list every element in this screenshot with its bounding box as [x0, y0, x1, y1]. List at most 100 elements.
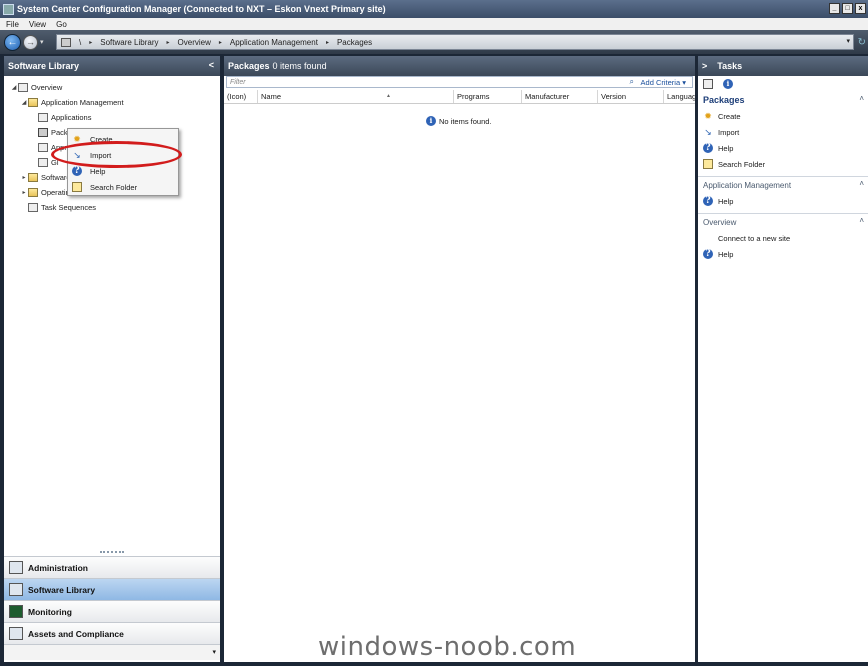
minimize-button[interactable]: _ — [829, 3, 840, 14]
tasks-pane-header: > Tasks — [698, 56, 868, 76]
expand-toggle-icon[interactable]: ▸ — [20, 189, 28, 196]
back-button[interactable]: ← — [4, 33, 21, 51]
results-pane: Packages 0 items found Filter ⌕ Add Crit… — [224, 56, 695, 662]
empty-message-text: No items found. — [439, 116, 492, 126]
task-label: Help — [718, 143, 734, 153]
folder-icon — [28, 173, 38, 182]
context-menu-item[interactable]: Search Folder — [68, 179, 178, 195]
results-count: 0 items found — [272, 61, 327, 71]
workspace-label: Monitoring — [28, 606, 72, 617]
column-version[interactable]: Version — [598, 90, 664, 103]
overview-icon — [18, 83, 28, 92]
workspace-button[interactable]: Monitoring — [4, 600, 220, 622]
app-icon — [3, 3, 14, 15]
tree-item[interactable]: ◢ Overview — [10, 80, 220, 95]
filter-placeholder: Filter — [230, 78, 246, 86]
collapse-group-icon[interactable]: ˄ — [859, 216, 864, 225]
clipboard-icon[interactable] — [703, 79, 713, 89]
configure-buttons-icon[interactable]: ▾ — [212, 648, 216, 656]
expand-toggle-icon[interactable]: ◢ — [20, 99, 28, 106]
task-label: Help — [718, 196, 734, 206]
expand-toggle-icon[interactable]: ▸ — [20, 174, 28, 181]
task-link[interactable]: Search Folder — [698, 156, 868, 172]
workspace-button[interactable]: Administration — [4, 556, 220, 578]
empty-message: i No items found. — [426, 116, 492, 126]
task-link[interactable]: ↘ Import — [698, 124, 868, 140]
breadcrumb-packages[interactable]: Packages — [337, 38, 372, 47]
breadcrumb-overview[interactable]: Overview — [178, 38, 211, 47]
tree-item[interactable]: Task Sequences — [10, 200, 220, 215]
import-icon: ↘ — [704, 127, 712, 137]
forward-button[interactable]: → — [23, 34, 38, 50]
help-icon: ? — [703, 249, 713, 259]
task-link[interactable]: ? Help — [698, 140, 868, 156]
column-language[interactable]: Language — [664, 90, 695, 103]
task-label: Import — [718, 127, 740, 137]
search-folder-icon — [72, 182, 82, 192]
task-group-title: Overview — [703, 217, 737, 227]
menu-file[interactable]: File — [6, 20, 19, 29]
column-name[interactable]: Name ▲ — [258, 90, 454, 103]
breadcrumb-software-library[interactable]: Software Library — [100, 38, 158, 47]
results-title: Packages — [228, 61, 270, 71]
filter-input[interactable]: Filter ⌕ Add Criteria ▾ — [226, 76, 693, 88]
context-menu-label: Search Folder — [90, 182, 138, 192]
tree-item-label: Application Management — [41, 98, 124, 107]
approval-icon — [38, 143, 48, 152]
breadcrumb-application-management[interactable]: Application Management — [230, 38, 318, 47]
watermark: windows-noob.com — [318, 632, 577, 662]
tasks-pane-title: Tasks — [717, 61, 743, 71]
help-icon: ? — [703, 143, 713, 153]
column-manufacturer[interactable]: Manufacturer — [522, 90, 598, 103]
context-menu-label: Help — [90, 166, 106, 176]
task-groups: Packages ˄ ✹ Create ↘ Import? Help Search Folde… — [698, 92, 868, 262]
menu-view[interactable]: View — [29, 20, 46, 29]
assets-compliance-icon — [9, 627, 23, 640]
workspace-label: Assets and Compliance — [28, 628, 124, 639]
task-link[interactable]: ✹ Create — [698, 108, 868, 124]
task-label: Help — [718, 249, 734, 259]
workspace-footer[interactable]: ▾ — [4, 644, 220, 660]
software-library-icon — [9, 583, 23, 596]
breadcrumb-separator-icon: ▸ — [89, 39, 93, 46]
sort-ascending-icon: ▲ — [386, 93, 391, 99]
breadcrumb-separator-icon: ▸ — [166, 39, 170, 46]
tree-item[interactable]: Applications — [10, 110, 220, 125]
task-link[interactable]: Connect to a new site — [698, 230, 868, 246]
breadcrumb-root[interactable]: \ — [79, 38, 81, 47]
tree-item[interactable]: ◢ Application Management — [10, 95, 220, 110]
expand-pane-icon[interactable]: > — [702, 61, 707, 71]
task-link[interactable]: ? Help — [698, 246, 868, 262]
breadcrumb[interactable]: \ ▸ Software Library ▸ Overview ▸ Applic… — [56, 34, 854, 50]
workspace-switcher: Administration Software Library Monitoring… — [4, 556, 220, 660]
column-icon[interactable]: (Icon) — [224, 90, 258, 103]
maximize-button[interactable]: □ — [842, 3, 853, 14]
close-button[interactable]: x — [855, 3, 866, 14]
workspace-button[interactable]: Assets and Compliance — [4, 622, 220, 644]
tree-item-label: Operatin — [41, 188, 70, 197]
task-link[interactable]: ? Help — [698, 193, 868, 209]
menu-go[interactable]: Go — [56, 20, 67, 29]
history-dropdown-icon[interactable]: ▾ — [40, 38, 44, 46]
tasks-toolbar: i — [698, 76, 868, 92]
column-programs[interactable]: Programs — [454, 90, 522, 103]
expand-toggle-icon[interactable]: ◢ — [10, 84, 18, 91]
column-headers: (Icon) Name ▲ Programs Manufacturer Vers… — [224, 90, 695, 104]
workspace-button[interactable]: Software Library — [4, 578, 220, 600]
column-name-label: Name — [261, 92, 282, 101]
collapse-group-icon[interactable]: ˄ — [859, 179, 864, 188]
tree-item-label: Applications — [51, 113, 92, 122]
pane-splitter[interactable] — [100, 551, 124, 553]
breadcrumb-dropdown-icon[interactable]: ▾ — [846, 37, 850, 45]
task-label: Connect to a new site — [718, 233, 791, 243]
task-label: Search Folder — [718, 159, 766, 169]
tree-item-label: Overview — [31, 83, 63, 92]
add-criteria-button[interactable]: Add Criteria ▾ — [641, 78, 686, 87]
title-bar: System Center Configuration Manager (Con… — [0, 0, 868, 18]
collapse-pane-icon[interactable]: < — [209, 60, 214, 70]
refresh-icon[interactable]: ↻ — [858, 37, 866, 48]
search-icon[interactable]: ⌕ — [630, 77, 634, 87]
breadcrumb-separator-icon: ▸ — [325, 39, 329, 46]
help-icon[interactable]: i — [723, 79, 733, 89]
collapse-group-icon[interactable]: ˄ — [859, 94, 864, 103]
